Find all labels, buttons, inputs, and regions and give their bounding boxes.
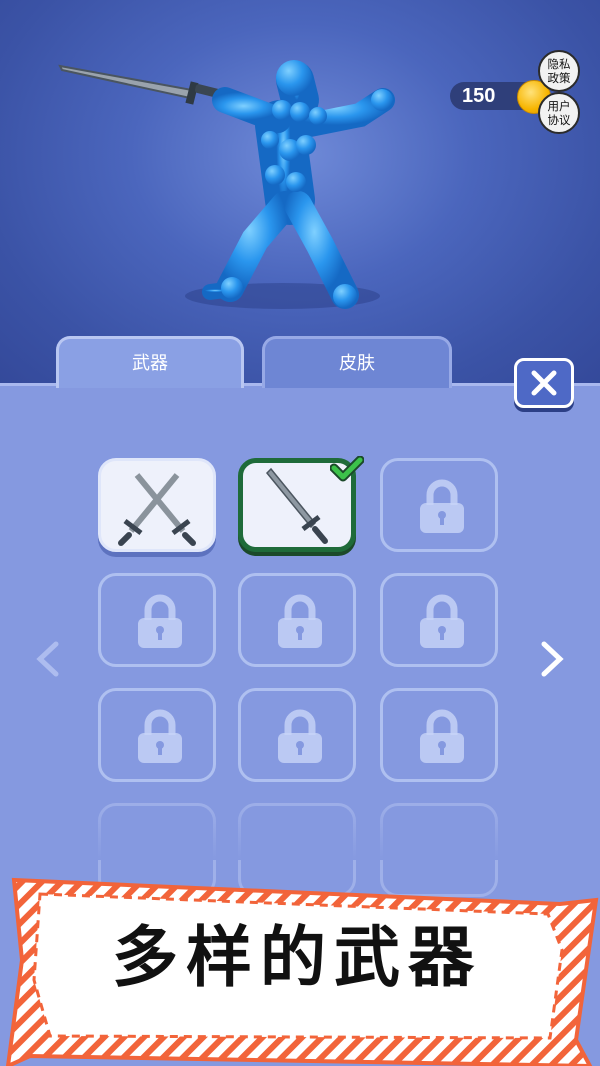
lock-icon bbox=[420, 479, 464, 533]
lock-icon bbox=[138, 709, 182, 763]
lock-icon bbox=[420, 594, 464, 648]
bead-character bbox=[58, 60, 395, 309]
user-agreement-button[interactable]: 用户协议 bbox=[538, 92, 580, 134]
lock-icon bbox=[420, 709, 464, 763]
coin-count: 150 bbox=[462, 85, 496, 107]
weapon-slot-locked[interactable] bbox=[238, 688, 356, 782]
held-sword-icon bbox=[58, 64, 233, 105]
weapon-slot-locked[interactable] bbox=[238, 573, 356, 667]
lock-icon bbox=[278, 594, 322, 648]
selected-check-icon bbox=[330, 456, 364, 482]
privacy-policy-button[interactable]: 隐私政策 bbox=[538, 50, 580, 92]
grid-fade bbox=[90, 800, 510, 860]
prev-page-arrow-icon[interactable] bbox=[34, 640, 60, 678]
lock-icon bbox=[138, 594, 182, 648]
lock-icon bbox=[278, 709, 322, 763]
tab-weapons[interactable]: 武器 bbox=[56, 336, 244, 388]
tab-skins[interactable]: 皮肤 bbox=[262, 336, 452, 388]
close-button[interactable] bbox=[514, 358, 574, 408]
weapon-slot-locked[interactable] bbox=[380, 573, 498, 667]
promo-banner-text: 多样的武器 bbox=[112, 919, 482, 996]
weapon-slot-locked[interactable] bbox=[380, 458, 498, 552]
user-agreement-label: 用户协议 bbox=[547, 99, 571, 127]
weapon-slot-crossed-swords[interactable] bbox=[98, 458, 216, 552]
close-icon bbox=[531, 370, 557, 396]
character-preview: 150 隐私政策 用户协议 bbox=[0, 0, 600, 385]
weapon-slot-locked[interactable] bbox=[98, 573, 216, 667]
weapon-slot-locked[interactable] bbox=[380, 688, 498, 782]
next-page-arrow-icon[interactable] bbox=[540, 640, 566, 678]
privacy-policy-label: 隐私政策 bbox=[547, 57, 571, 85]
weapon-slot-locked[interactable] bbox=[98, 688, 216, 782]
crossed-swords-icon bbox=[118, 473, 196, 546]
